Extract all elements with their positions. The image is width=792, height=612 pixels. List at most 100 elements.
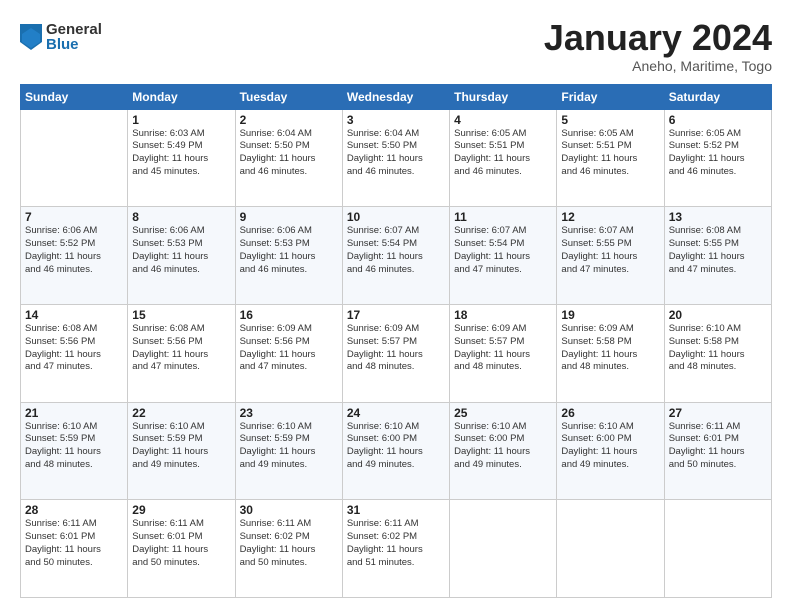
logo-icon [20,24,42,50]
day-info: Sunrise: 6:04 AM Sunset: 5:50 PM Dayligh… [347,128,445,179]
header-row: SundayMondayTuesdayWednesdayThursdayFrid… [21,84,772,109]
day-cell: 16Sunrise: 6:09 AM Sunset: 5:56 PM Dayli… [235,304,342,402]
day-info: Sunrise: 6:04 AM Sunset: 5:50 PM Dayligh… [240,128,338,179]
day-number: 18 [454,308,552,322]
day-info: Sunrise: 6:06 AM Sunset: 5:52 PM Dayligh… [25,225,123,276]
day-cell: 20Sunrise: 6:10 AM Sunset: 5:58 PM Dayli… [664,304,771,402]
day-number: 7 [25,210,123,224]
day-number: 29 [132,503,230,517]
day-info: Sunrise: 6:03 AM Sunset: 5:49 PM Dayligh… [132,128,230,179]
day-number: 1 [132,113,230,127]
logo-general: General [46,22,102,37]
day-cell: 18Sunrise: 6:09 AM Sunset: 5:57 PM Dayli… [450,304,557,402]
day-info: Sunrise: 6:07 AM Sunset: 5:54 PM Dayligh… [454,225,552,276]
day-info: Sunrise: 6:06 AM Sunset: 5:53 PM Dayligh… [240,225,338,276]
day-cell: 30Sunrise: 6:11 AM Sunset: 6:02 PM Dayli… [235,500,342,598]
header: General Blue January 2024 Aneho, Maritim… [20,18,772,74]
week-row-3: 14Sunrise: 6:08 AM Sunset: 5:56 PM Dayli… [21,304,772,402]
day-info: Sunrise: 6:07 AM Sunset: 5:54 PM Dayligh… [347,225,445,276]
day-number: 8 [132,210,230,224]
day-number: 31 [347,503,445,517]
day-number: 14 [25,308,123,322]
day-cell: 25Sunrise: 6:10 AM Sunset: 6:00 PM Dayli… [450,402,557,500]
day-cell [557,500,664,598]
day-number: 26 [561,406,659,420]
day-cell: 5Sunrise: 6:05 AM Sunset: 5:51 PM Daylig… [557,109,664,207]
day-info: Sunrise: 6:09 AM Sunset: 5:58 PM Dayligh… [561,323,659,374]
day-cell: 31Sunrise: 6:11 AM Sunset: 6:02 PM Dayli… [342,500,449,598]
day-number: 4 [454,113,552,127]
day-number: 10 [347,210,445,224]
day-info: Sunrise: 6:09 AM Sunset: 5:56 PM Dayligh… [240,323,338,374]
day-cell: 14Sunrise: 6:08 AM Sunset: 5:56 PM Dayli… [21,304,128,402]
day-info: Sunrise: 6:11 AM Sunset: 6:02 PM Dayligh… [347,518,445,569]
day-number: 25 [454,406,552,420]
day-info: Sunrise: 6:11 AM Sunset: 6:01 PM Dayligh… [132,518,230,569]
header-cell-monday: Monday [128,84,235,109]
day-number: 3 [347,113,445,127]
day-number: 16 [240,308,338,322]
day-info: Sunrise: 6:10 AM Sunset: 6:00 PM Dayligh… [454,421,552,472]
day-number: 11 [454,210,552,224]
day-info: Sunrise: 6:10 AM Sunset: 6:00 PM Dayligh… [347,421,445,472]
day-cell: 13Sunrise: 6:08 AM Sunset: 5:55 PM Dayli… [664,207,771,305]
day-number: 12 [561,210,659,224]
week-row-2: 7Sunrise: 6:06 AM Sunset: 5:52 PM Daylig… [21,207,772,305]
week-row-1: 1Sunrise: 6:03 AM Sunset: 5:49 PM Daylig… [21,109,772,207]
title-block: January 2024 Aneho, Maritime, Togo [544,18,772,74]
week-row-5: 28 Sunrise: 6:11 AM Sunset: 6:01 PM Dayli… [21,500,772,598]
day-cell: 6Sunrise: 6:05 AM Sunset: 5:52 PM Daylig… [664,109,771,207]
day-cell [450,500,557,598]
day-cell: 26Sunrise: 6:10 AM Sunset: 6:00 PM Dayli… [557,402,664,500]
day-cell: 11Sunrise: 6:07 AM Sunset: 5:54 PM Dayli… [450,207,557,305]
day-info: Sunrise: 6:10 AM Sunset: 5:59 PM Dayligh… [240,421,338,472]
day-cell: 10Sunrise: 6:07 AM Sunset: 5:54 PM Dayli… [342,207,449,305]
header-cell-thursday: Thursday [450,84,557,109]
header-cell-sunday: Sunday [21,84,128,109]
day-info: Sunrise: 6:06 AM Sunset: 5:53 PM Dayligh… [132,225,230,276]
day-info: Sunrise: 6:08 AM Sunset: 5:55 PM Dayligh… [669,225,767,276]
header-cell-friday: Friday [557,84,664,109]
day-cell: 4Sunrise: 6:05 AM Sunset: 5:51 PM Daylig… [450,109,557,207]
day-number: 15 [132,308,230,322]
day-cell: 19Sunrise: 6:09 AM Sunset: 5:58 PM Dayli… [557,304,664,402]
day-info: Sunrise: 6:08 AM Sunset: 5:56 PM Dayligh… [25,323,123,374]
day-cell: 21Sunrise: 6:10 AM Sunset: 5:59 PM Dayli… [21,402,128,500]
day-number: 13 [669,210,767,224]
day-number: 2 [240,113,338,127]
week-row-4: 21 Sunrise: 6:10 AM Sunset: 5:59 PM Dayli… [21,402,772,500]
calendar-table: SundayMondayTuesdayWednesdayThursdayFrid… [20,84,772,598]
day-cell: 23Sunrise: 6:10 AM Sunset: 5:59 PM Dayli… [235,402,342,500]
page: General Blue January 2024 Aneho, Maritim… [0,0,792,612]
day-number: 6 [669,113,767,127]
day-info: Sunrise: 6:09 AM Sunset: 5:57 PM Dayligh… [454,323,552,374]
day-cell [664,500,771,598]
day-info: Sunrise: 6:05 AM Sunset: 5:51 PM Dayligh… [454,128,552,179]
day-cell: 9Sunrise: 6:06 AM Sunset: 5:53 PM Daylig… [235,207,342,305]
day-info: Sunrise: 6:10 AM Sunset: 6:00 PM Dayligh… [561,421,659,472]
day-number: 22 [132,406,230,420]
day-info: Sunrise: 6:08 AM Sunset: 5:56 PM Dayligh… [132,323,230,374]
day-cell [21,109,128,207]
day-number: 24 [347,406,445,420]
day-number: 17 [347,308,445,322]
day-cell: 12Sunrise: 6:07 AM Sunset: 5:55 PM Dayli… [557,207,664,305]
day-cell: 24Sunrise: 6:10 AM Sunset: 6:00 PM Dayli… [342,402,449,500]
day-number: 21 [25,406,123,420]
day-number: 19 [561,308,659,322]
day-number: 9 [240,210,338,224]
day-number: 28 [25,503,123,517]
day-info: Sunrise: 6:05 AM Sunset: 5:52 PM Dayligh… [669,128,767,179]
logo-text: General Blue [46,22,102,52]
day-number: 5 [561,113,659,127]
day-number: 27 [669,406,767,420]
day-cell: 29Sunrise: 6:11 AM Sunset: 6:01 PM Dayli… [128,500,235,598]
header-cell-saturday: Saturday [664,84,771,109]
day-cell: 1Sunrise: 6:03 AM Sunset: 5:49 PM Daylig… [128,109,235,207]
day-info: Sunrise: 6:10 AM Sunset: 5:59 PM Dayligh… [132,421,230,472]
day-cell: 27Sunrise: 6:11 AM Sunset: 6:01 PM Dayli… [664,402,771,500]
day-cell: 17Sunrise: 6:09 AM Sunset: 5:57 PM Dayli… [342,304,449,402]
day-cell: 3Sunrise: 6:04 AM Sunset: 5:50 PM Daylig… [342,109,449,207]
day-cell: 28Sunrise: 6:11 AM Sunset: 6:01 PM Dayli… [21,500,128,598]
day-number: 20 [669,308,767,322]
